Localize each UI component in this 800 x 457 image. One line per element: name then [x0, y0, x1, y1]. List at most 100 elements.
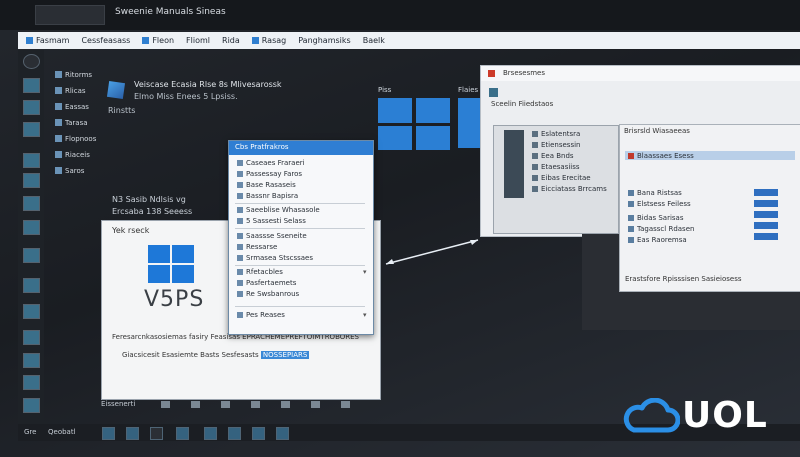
toolbar-icon[interactable] [161, 401, 170, 408]
item-icon [628, 237, 634, 243]
toolbar-icon[interactable] [489, 88, 498, 97]
tool-icon[interactable] [23, 330, 40, 345]
menu-item-6[interactable]: Rasag [251, 36, 286, 45]
taskbar-app-icon[interactable] [150, 427, 163, 440]
menu-item-8[interactable]: Baelk [363, 36, 385, 45]
nav-item[interactable]: Tarasa [55, 116, 95, 129]
nav-item[interactable]: Ritorms [55, 68, 95, 81]
toolbar-icon[interactable] [251, 401, 260, 408]
menu-bar: Fasmam Cessfeasass Fleon Flioml Rida Ras… [18, 32, 800, 49]
item-icon [532, 153, 538, 159]
toolbar-icon[interactable] [281, 401, 290, 408]
value-chip[interactable] [754, 233, 778, 240]
panel-item[interactable]: Etaesasiiss [532, 163, 580, 171]
tool-icon[interactable] [23, 220, 40, 235]
tool-icon[interactable] [23, 353, 40, 368]
menu-item[interactable]: Pes Reases ▾ [237, 311, 367, 319]
item-icon [237, 233, 243, 239]
properties-panel: Eslatentsra Etiensessin Eea Bnds Etaesas… [493, 125, 619, 234]
item-icon [237, 244, 243, 250]
menu-item[interactable]: Passessay Faros [237, 170, 302, 178]
tool-icon[interactable] [23, 398, 40, 413]
tool-icon[interactable] [23, 248, 40, 263]
list-item[interactable]: Eas Raoremsa [628, 236, 687, 244]
list-item[interactable]: Elstsess Feiless [628, 200, 691, 208]
menu-item[interactable]: Saeeblise Whasasole [237, 206, 320, 214]
item-icon [237, 291, 243, 297]
window-address-box[interactable] [35, 5, 105, 25]
nav-item[interactable]: Rlicas [55, 84, 95, 97]
list-item[interactable]: Blaassaes Esess [628, 152, 694, 160]
info-note: Rinstts [108, 106, 136, 115]
value-chip[interactable] [754, 211, 778, 218]
taskbar-app-icon[interactable] [102, 427, 115, 440]
menu-item-7[interactable]: Panghamsiks [298, 36, 350, 45]
nav-item[interactable]: Flopnoos [55, 132, 96, 145]
dropdown-menu: Cbs Pratfrakros Caseaes Fraraeri Passess… [228, 140, 374, 335]
menu-item[interactable]: Re Swsbanrous [237, 290, 299, 298]
menu-item-5[interactable]: Rida [222, 36, 240, 45]
taskbar-label: Qeobatl [48, 428, 76, 436]
menu-item[interactable]: Caseaes Fraraeri [237, 159, 305, 167]
panel-item[interactable]: Etiensessin [532, 141, 580, 149]
toolbar-icon[interactable] [221, 401, 230, 408]
panel-item[interactable]: Eibas Erecitae [532, 174, 591, 182]
taskbar-app-icon[interactable] [176, 427, 189, 440]
value-chip[interactable] [754, 222, 778, 229]
menu-item[interactable]: Saassse Sseneite [237, 232, 307, 240]
window-label: Sceelin Fiiedstaos [491, 100, 554, 108]
tool-icon[interactable] [23, 100, 40, 115]
panel-item[interactable]: Eea Bnds [532, 152, 574, 160]
menu-item[interactable]: Bassnr Bapisra [237, 192, 298, 200]
menu-item[interactable]: Srmasea Stscssaes [237, 254, 313, 262]
panel-item[interactable]: Eslatentsra [532, 130, 580, 138]
tool-icon[interactable] [23, 375, 40, 390]
menu-item[interactable]: Pasfertaemets [237, 279, 296, 287]
tool-icon[interactable] [23, 173, 40, 188]
taskbar-app-icon[interactable] [126, 427, 139, 440]
tile-label: Flaies [458, 86, 479, 94]
toolbar-icon[interactable] [341, 401, 350, 408]
item-icon [237, 182, 243, 188]
menu-item-2[interactable]: Cessfeasass [81, 36, 130, 45]
tool-icon[interactable] [23, 304, 40, 319]
menu-item[interactable]: 5 Sassesti Selass [237, 217, 306, 225]
tool-icon[interactable] [23, 278, 40, 293]
taskbar-app-icon[interactable] [228, 427, 241, 440]
taskbar-app-icon[interactable] [252, 427, 265, 440]
menu-item-4[interactable]: Flioml [186, 36, 210, 45]
nav-item[interactable]: Saros [55, 164, 95, 177]
tool-icon[interactable] [23, 196, 40, 211]
detail-footer: Erastsfore Rpisssisen Sasieiosess [625, 275, 742, 283]
nav-icon [55, 135, 62, 142]
menu-item-3[interactable]: Fleon [142, 36, 174, 45]
nav-item[interactable]: Eassas [55, 100, 95, 113]
taskbar-app-icon[interactable] [276, 427, 289, 440]
value-chip[interactable] [754, 189, 778, 196]
menu-item-1[interactable]: Fasmam [26, 36, 69, 45]
toolbar-icon[interactable] [311, 401, 320, 408]
nav-icon [55, 151, 62, 158]
list-item[interactable]: Bidas Sarisas [628, 214, 684, 222]
tile [416, 126, 450, 150]
nav-icon [55, 71, 62, 78]
taskbar-app-icon[interactable] [204, 427, 217, 440]
tool-icon[interactable] [23, 153, 40, 168]
info-line: N3 Sasib Ndlsis vg [112, 195, 186, 204]
menu-item[interactable]: Base Rasaseis [237, 181, 296, 189]
highlight[interactable]: NOSSEPIARS [260, 351, 310, 359]
tile [378, 126, 412, 150]
tool-icon[interactable] [23, 122, 40, 137]
list-item[interactable]: Bana Ristsas [628, 189, 682, 197]
menu-item[interactable]: Rfetacbles ▾ [237, 268, 367, 276]
menu-item[interactable]: Ressarse [237, 243, 277, 251]
circle-tool-icon[interactable] [23, 54, 40, 69]
nav-item[interactable]: Riaceis [55, 148, 95, 161]
menu-icon [142, 37, 150, 44]
item-icon [628, 226, 634, 232]
value-chip[interactable] [754, 200, 778, 207]
tool-icon[interactable] [23, 78, 40, 93]
list-item[interactable]: Tagasscl Rdasen [628, 225, 694, 233]
toolbar-icon[interactable] [191, 401, 200, 408]
panel-item[interactable]: Eicciatass Brrcams [532, 185, 607, 193]
